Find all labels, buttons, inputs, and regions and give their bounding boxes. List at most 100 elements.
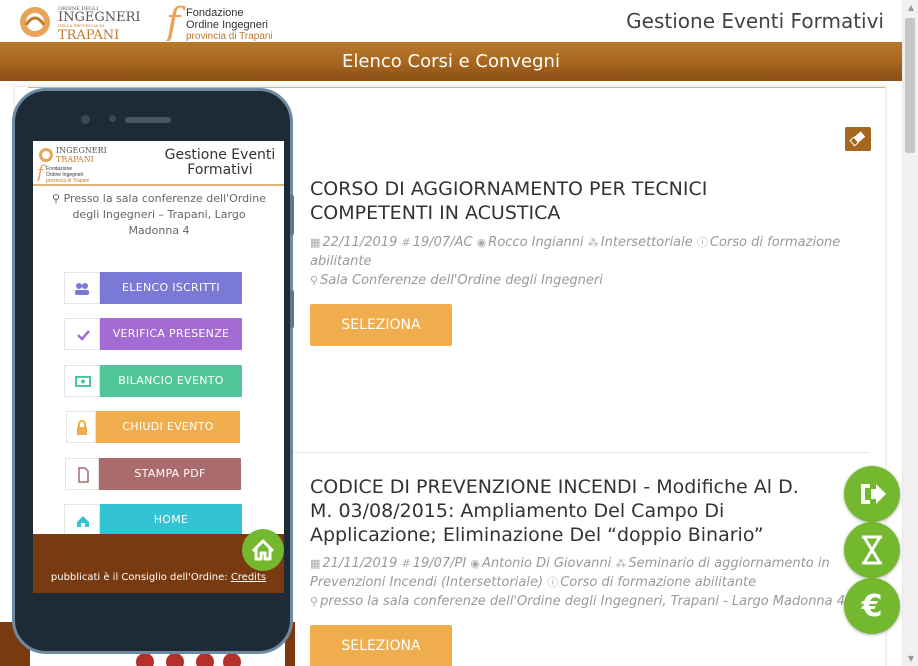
- home-icon: [251, 539, 275, 561]
- ordine-ingegneri-logo[interactable]: ORDINE DEGLI INGEGNERI DELLA PROVINCIA D…: [18, 3, 144, 41]
- button-label: STAMPA PDF: [134, 467, 206, 480]
- euro-icon: €: [861, 589, 883, 624]
- event-type: Corso di formazione: [709, 235, 841, 250]
- event-date: 21/11/2019: [322, 556, 398, 571]
- user-icon: ◉: [470, 557, 480, 570]
- users-icon: [64, 272, 100, 304]
- button-label: BILANCIO EVENTO: [118, 374, 224, 387]
- scroll-up-arrow[interactable]: ▲: [908, 3, 914, 12]
- phone-speaker: [125, 117, 171, 123]
- address-line: Madonna 4: [128, 224, 190, 237]
- select-event-button[interactable]: SELEZIONA: [310, 304, 452, 346]
- event-date: 22/11/2019: [322, 235, 398, 250]
- address-line: degli Ingegneri – Trapani, Largo: [72, 208, 246, 221]
- money-icon: [64, 365, 100, 397]
- elenco-iscritti-button[interactable]: ELENCO ISCRITTI: [64, 272, 242, 304]
- event-meta: ▦ 21/11/2019 #19/07/PI ◉ Antonio Di Giovan…: [310, 554, 845, 611]
- phone-camera: [81, 115, 90, 124]
- button-label: CHIUDI EVENTO: [122, 420, 214, 433]
- event-area-cont: Prevenzioni Incendi (Intersettoriale): [310, 575, 544, 590]
- phone-power-button: [290, 290, 294, 328]
- cubes-icon: ⁂: [615, 557, 627, 570]
- stampa-pdf-button[interactable]: STAMPA PDF: [65, 458, 241, 490]
- svg-text:€: €: [861, 589, 883, 624]
- page-banner: Elenco Corsi e Convegni: [0, 42, 902, 81]
- info-icon: ⓘ: [547, 576, 559, 589]
- page-scrollbar[interactable]: ▲ ▼: [902, 0, 918, 666]
- map-marker-icon: ⚲: [310, 595, 319, 608]
- clear-filter-button[interactable]: [845, 127, 871, 151]
- fondazione-logo[interactable]: f Fondazione Ordine Ingegneri provincia …: [166, 3, 286, 41]
- page-title: Elenco Corsi e Convegni: [342, 51, 560, 72]
- event-code: 19/07/AC: [412, 235, 473, 250]
- svg-text:f: f: [166, 3, 186, 41]
- phone-app-title: Gestione Eventi Formativi: [160, 148, 280, 178]
- svg-text:Ordine Ingegneri: Ordine Ingegneri: [186, 19, 268, 31]
- calendar-icon: ▦: [310, 557, 321, 570]
- svg-text:TRAPANI: TRAPANI: [56, 155, 94, 164]
- cubes-icon: ⁂: [587, 236, 599, 249]
- event-title-line: CODICE DI PREVENZIONE INCENDI - Modifich…: [310, 476, 799, 498]
- select-event-button[interactable]: SELEZIONA: [310, 625, 452, 666]
- phone-logo: INGEGNERI TRAPANI f Fondazione Ordine In…: [37, 146, 107, 184]
- payments-button[interactable]: €: [844, 578, 900, 634]
- event-title-line: COMPETENTI IN ACUSTICA: [310, 202, 561, 224]
- logout-button[interactable]: [844, 466, 900, 522]
- button-label: ELENCO ISCRITTI: [122, 281, 220, 294]
- phone-title-line: Formativi: [187, 162, 253, 178]
- event-title-line: M. 03/08/2015: Ampliamento Del Campo Di: [310, 500, 725, 522]
- top-header: ORDINE DEGLI INGEGNERI DELLA PROVINCIA D…: [0, 0, 902, 42]
- user-icon: ◉: [476, 236, 487, 249]
- phone-header: INGEGNERI TRAPANI f Fondazione Ordine In…: [33, 141, 284, 186]
- timer-button[interactable]: [844, 522, 900, 578]
- credits-link[interactable]: Credits: [231, 572, 266, 583]
- address-line: Presso la sala conferenze dell'Ordine: [63, 192, 266, 205]
- phone-home-fab[interactable]: [242, 529, 284, 571]
- event-location: Sala Conferenze dell'Ordine degli Ingegn…: [320, 273, 603, 288]
- event-speaker: Antonio Di Giovanni: [481, 556, 612, 571]
- credits-label: pubblicati è il Consiglio dell'Ordine:: [50, 572, 228, 583]
- check-icon: [64, 318, 100, 350]
- home-button[interactable]: HOME: [64, 504, 242, 536]
- svg-text:INGEGNERI: INGEGNERI: [56, 146, 107, 155]
- svg-text:provincia di Trapani: provincia di Trapani: [46, 178, 89, 184]
- button-label: VERIFICA PRESENZE: [112, 327, 230, 340]
- svg-text:TRAPANI: TRAPANI: [58, 28, 119, 41]
- event-type: Corso di formazione abilitante: [560, 575, 757, 590]
- svg-text:Fondazione: Fondazione: [186, 7, 244, 19]
- scroll-thumb[interactable]: [905, 18, 915, 153]
- info-icon: ⓘ: [696, 236, 708, 249]
- calendar-icon: ▦: [310, 236, 321, 249]
- map-marker-icon: ⚲: [310, 274, 319, 287]
- phone-sensor: [109, 115, 116, 122]
- map-marker-icon: ⚲: [52, 192, 64, 205]
- app-title: Gestione Eventi Formativi: [626, 9, 884, 33]
- hash-icon: #: [401, 236, 411, 249]
- button-label: HOME: [153, 513, 189, 526]
- pdf-icon: [65, 458, 99, 490]
- verifica-presenze-button[interactable]: VERIFICA PRESENZE: [64, 318, 242, 350]
- event-location: presso la sala conferenze dell'Ordine de…: [320, 594, 846, 609]
- eraser-icon: [849, 131, 866, 147]
- event-title-line: Applicazione; Eliminazione Del “doppio B…: [310, 524, 764, 546]
- hourglass-icon: [862, 535, 882, 565]
- event-title[interactable]: CORSO DI AGGIORNAMENTO PER TECNICI COMPE…: [310, 177, 707, 225]
- sign-out-icon: [861, 484, 886, 504]
- home-icon: [64, 504, 100, 536]
- event-meta: ▦ 22/11/2019 #19/07/AC ◉ Rocco Ingianni ⁂ I…: [310, 233, 840, 290]
- event-title-line: CORSO DI AGGIORNAMENTO PER TECNICI: [310, 178, 708, 200]
- phone-address: ⚲ Presso la sala conferenze dell'Ordine …: [39, 191, 279, 239]
- chiudi-evento-button[interactable]: CHIUDI EVENTO: [66, 411, 240, 443]
- event-divider: [292, 452, 870, 453]
- event-area: Seminario di aggiornamento in: [628, 556, 830, 571]
- hash-icon: #: [401, 557, 411, 570]
- event-type-cont: abilitante: [310, 254, 372, 269]
- event-code: 19/07/PI: [412, 556, 467, 571]
- lock-icon: [66, 411, 96, 443]
- event-speaker: Rocco Ingianni: [488, 235, 584, 250]
- phone-title-line: Gestione Eventi: [164, 147, 276, 163]
- event-title[interactable]: CODICE DI PREVENZIONE INCENDI - Modifich…: [310, 475, 799, 547]
- svg-text:provincia di Trapani: provincia di Trapani: [186, 31, 273, 41]
- scroll-down-arrow[interactable]: ▼: [908, 654, 914, 663]
- bilancio-evento-button[interactable]: BILANCIO EVENTO: [64, 365, 242, 397]
